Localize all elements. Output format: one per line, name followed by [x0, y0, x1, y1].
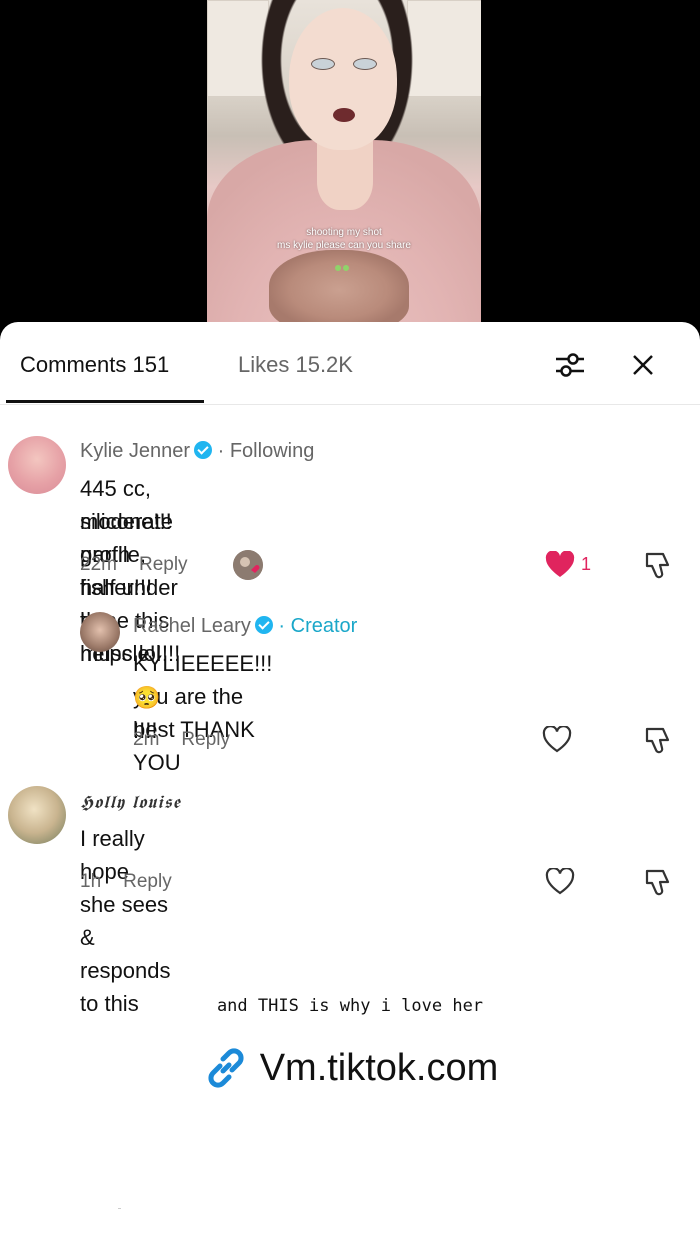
- verified-badge-icon: [254, 616, 273, 634]
- reply-button[interactable]: Reply: [123, 871, 172, 892]
- tab-likes[interactable]: Likes 15.2K: [238, 352, 353, 378]
- comment-time: 2m: [133, 729, 160, 750]
- comment-author[interactable]: 𝕳𝖔𝖑𝖑𝖞 𝖑𝖔𝖚𝖎𝖘𝖊: [80, 792, 181, 813]
- dislike-icon[interactable]: [643, 867, 673, 897]
- reply-button[interactable]: Reply: [181, 729, 230, 750]
- tab-comments[interactable]: Comments 151: [20, 352, 169, 378]
- video-caption-line1: shooting my shot: [306, 227, 382, 238]
- eye: [353, 58, 377, 70]
- video-person-neck: [317, 140, 373, 210]
- avatar[interactable]: [8, 436, 66, 494]
- avatar[interactable]: [80, 612, 120, 652]
- active-tab-indicator: [6, 400, 204, 403]
- comment-text-line1: I really hope she sees & responds to thi…: [80, 826, 171, 1016]
- comment-author-row: Rachel Leary · Creator: [133, 615, 357, 638]
- verified-badge-icon: [194, 441, 213, 459]
- comments-tab-bar: Comments 151 Likes 15.2K: [0, 322, 700, 405]
- link-icon: [202, 1044, 250, 1092]
- video-caption-line2: ms kylie please can you share: [277, 240, 411, 251]
- reply-button[interactable]: Reply: [139, 554, 188, 575]
- like-count: 1: [581, 554, 592, 574]
- comment-relation: · Following: [217, 440, 315, 462]
- link-text[interactable]: Vm.tiktok.com: [260, 1047, 499, 1090]
- video-person-face: [289, 8, 397, 150]
- comment-meta: 1h Reply: [80, 871, 172, 893]
- comment-time: 1h: [80, 871, 102, 892]
- eye: [311, 58, 335, 70]
- comment-author-row: Kylie Jenner · Following: [80, 440, 314, 463]
- divider-dot: [118, 1208, 121, 1209]
- creator-badge: · Creator: [278, 615, 358, 637]
- comment-time: 22m: [80, 554, 117, 575]
- video-frame[interactable]: shooting my shot ms kylie please can you…: [207, 0, 481, 340]
- mouth: [333, 108, 355, 122]
- comment-meta: 22m Reply: [80, 554, 188, 576]
- comment-author[interactable]: Kylie Jenner: [80, 440, 190, 462]
- post-caption: and THIS is why i love her: [216, 996, 484, 1016]
- video-preview[interactable]: shooting my shot ms kylie please can you…: [0, 0, 700, 340]
- close-icon[interactable]: [628, 350, 658, 380]
- creator-liked-avatar: [233, 550, 263, 580]
- heart-icon[interactable]: [542, 725, 572, 754]
- comment-author[interactable]: Rachel Leary: [133, 615, 251, 637]
- dislike-icon[interactable]: [643, 550, 673, 580]
- comment-meta: 2m Reply: [133, 729, 230, 751]
- video-caption-emoji: [335, 258, 353, 271]
- avatar[interactable]: [8, 786, 66, 844]
- source-link[interactable]: Vm.tiktok.com: [0, 1044, 700, 1092]
- heart-icon[interactable]: [545, 867, 575, 896]
- heart-icon[interactable]: [545, 550, 575, 579]
- filter-sliders-icon[interactable]: [553, 350, 587, 380]
- dislike-icon[interactable]: [643, 725, 673, 755]
